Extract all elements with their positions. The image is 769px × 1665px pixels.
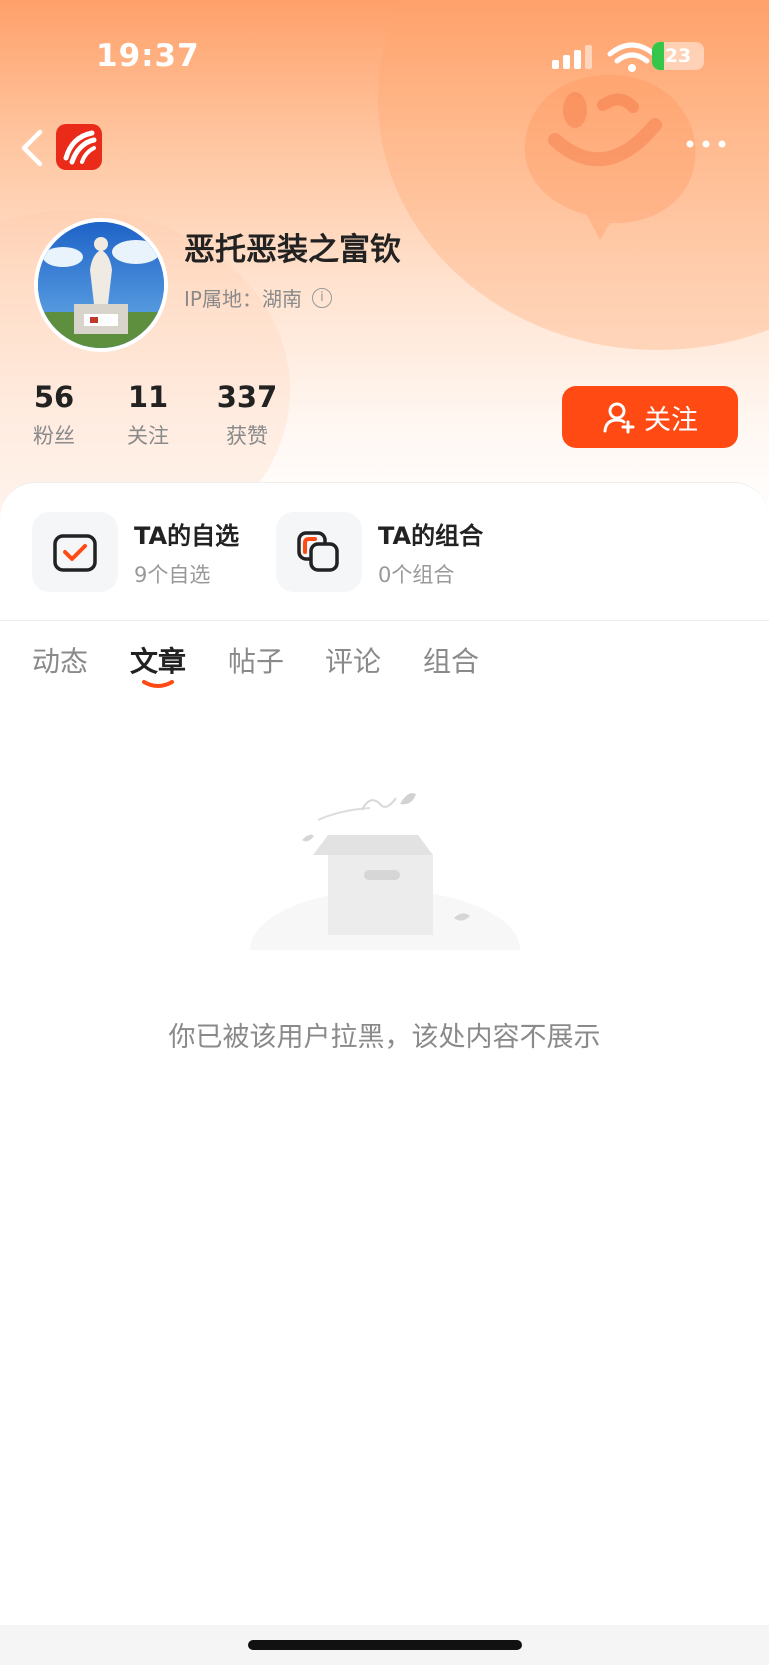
mascot-face-icon — [524, 75, 696, 240]
wifi-icon — [607, 42, 657, 72]
quick-text: TA的组合 0个组合 — [378, 516, 483, 589]
quick-title: TA的组合 — [378, 521, 484, 550]
stat-fans[interactable]: 56 粉丝 — [4, 380, 104, 450]
tab-portfolios[interactable]: 组合 — [423, 640, 479, 680]
stat-label: 获赞 — [226, 424, 268, 448]
quick-icon-box — [32, 512, 118, 592]
checkbox-icon — [53, 534, 97, 572]
app-logo-icon[interactable] — [56, 124, 102, 170]
tab-activity[interactable]: 动态 — [32, 640, 88, 680]
stat-likes: 337 获赞 — [197, 380, 297, 450]
quick-link-watchlist[interactable]: TA的自选 9个自选 — [32, 512, 239, 592]
stat-label: 粉丝 — [33, 424, 75, 448]
quick-link-portfolio[interactable]: TA的组合 0个组合 — [276, 512, 483, 592]
empty-box-icon — [240, 793, 530, 970]
tab-articles[interactable]: 文章 — [130, 640, 186, 680]
divider — [0, 620, 769, 621]
tab-posts[interactable]: 帖子 — [228, 640, 284, 680]
more-dots-icon[interactable] — [684, 134, 728, 154]
follow-button-label: 关注 — [644, 404, 698, 436]
ip-location-row: IP属地：湖南 i — [184, 283, 332, 312]
quick-icon-box — [276, 512, 362, 592]
portfolio-icon — [297, 531, 339, 572]
username: 恶托恶装之富钦 — [184, 232, 401, 268]
content-tabs: 动态 文章 帖子 评论 组合 — [0, 640, 769, 700]
tab-comments[interactable]: 评论 — [325, 640, 381, 680]
quick-subtitle: 9个自选 — [134, 562, 211, 587]
battery-indicator: 23 — [652, 42, 704, 70]
info-icon[interactable]: i — [311, 287, 332, 308]
active-tab-indicator — [142, 680, 174, 688]
empty-state-message: 你已被该用户拉黑，该处内容不展示 — [168, 1022, 601, 1053]
stat-value: 337 — [216, 380, 278, 414]
chevron-left-icon[interactable] — [16, 126, 46, 170]
avatar[interactable] — [34, 218, 168, 352]
cellular-signal-icon — [552, 45, 592, 69]
stat-following[interactable]: 11 关注 — [98, 380, 198, 450]
quick-subtitle: 0个组合 — [378, 562, 455, 587]
add-user-icon — [603, 402, 635, 434]
stat-value: 11 — [127, 380, 169, 414]
avatar-image — [38, 222, 164, 348]
status-time: 19:37 — [96, 38, 200, 74]
follow-button[interactable]: 关注 — [562, 386, 738, 448]
app-logo-glyph — [63, 130, 97, 165]
stat-label: 关注 — [127, 424, 169, 448]
quick-text: TA的自选 9个自选 — [134, 516, 239, 589]
ip-location-text: IP属地：湖南 — [184, 287, 302, 311]
home-indicator[interactable] — [248, 1640, 522, 1650]
battery-percent: 23 — [664, 45, 692, 67]
quick-title: TA的自选 — [134, 521, 240, 550]
stat-value: 56 — [33, 380, 75, 414]
